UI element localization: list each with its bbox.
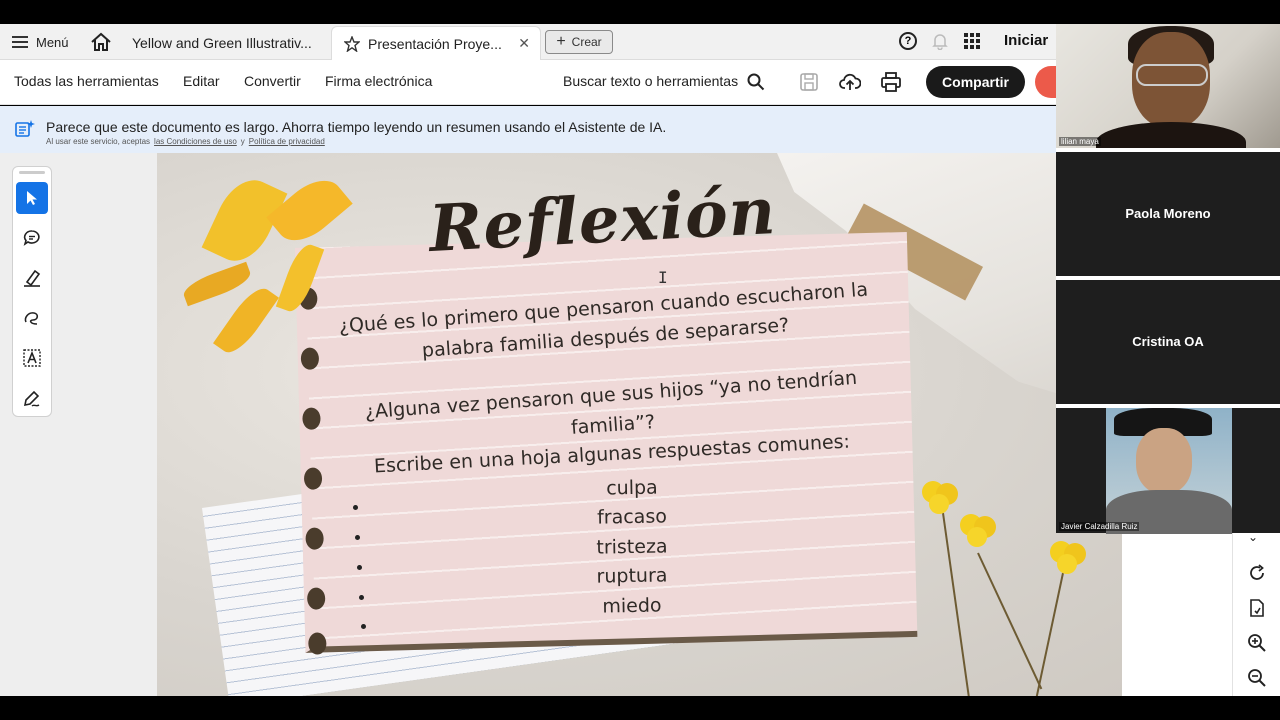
answer-item: fracaso	[596, 505, 668, 529]
binder-hole	[305, 527, 324, 550]
binder-hole	[302, 407, 321, 430]
all-tools-link[interactable]: Todas las herramientas	[14, 73, 159, 89]
participant-name: Cristina OA	[1132, 334, 1204, 349]
binder-hole	[308, 632, 327, 655]
flower-stem	[977, 552, 1043, 690]
participant-body	[1096, 122, 1246, 148]
search-tools-field[interactable]: Buscar texto o herramientas	[563, 73, 738, 89]
menu-label: Menú	[36, 34, 69, 50]
bell-icon[interactable]	[932, 32, 948, 50]
print-icon[interactable]	[880, 71, 902, 93]
binder-hole	[303, 467, 323, 490]
disclaimer-text: Al usar este servicio, aceptas	[46, 137, 151, 146]
tab-label: Yellow and Green Illustrativ...	[132, 35, 312, 51]
yellow-petal	[266, 169, 353, 252]
pointer-icon	[27, 191, 37, 205]
text-cursor-icon: I	[658, 268, 668, 287]
privacy-link[interactable]: Política de privacidad	[249, 137, 325, 146]
bullet-dot	[359, 595, 364, 600]
edit-link[interactable]: Editar	[183, 73, 220, 89]
top-letterbox	[0, 0, 1280, 24]
highlight-tool-button[interactable]	[16, 262, 48, 294]
draw-tool-button[interactable]	[16, 302, 48, 334]
answer-item: tristeza	[596, 535, 668, 559]
page-controls	[1232, 533, 1280, 696]
participant-face	[1136, 428, 1192, 494]
participant-glasses	[1136, 64, 1208, 86]
esign-link[interactable]: Firma electrónica	[325, 73, 432, 89]
select-tool-button[interactable]	[16, 182, 48, 214]
answer-item: ruptura	[596, 564, 668, 588]
ai-banner-disclaimer: Al usar este servicio, aceptas las Condi…	[46, 137, 325, 146]
fill-sign-icon	[23, 390, 40, 407]
text-tool-button[interactable]	[16, 342, 48, 374]
hamburger-icon	[12, 36, 28, 48]
rotate-icon[interactable]	[1247, 563, 1267, 583]
home-icon[interactable]	[90, 32, 112, 52]
freehand-icon	[24, 312, 39, 325]
zoom-out-icon[interactable]	[1247, 668, 1267, 688]
flower-stem	[1034, 572, 1064, 696]
create-button[interactable]: + Crear	[545, 30, 613, 54]
binder-hole	[306, 587, 326, 610]
page-extract-icon[interactable]	[1247, 598, 1267, 618]
zoom-in-icon[interactable]	[1247, 633, 1267, 653]
comment-icon	[23, 230, 40, 246]
drag-handle[interactable]	[19, 171, 45, 174]
ai-assistant-banner: Parece que este documento es largo. Ahor…	[0, 106, 1056, 153]
ai-banner-message: Parece que este documento es largo. Ahor…	[46, 119, 667, 135]
quick-tools-panel	[12, 166, 52, 417]
participant-name: Paola Moreno	[1125, 206, 1211, 221]
bullet-dot	[355, 535, 360, 540]
disclaimer-and: y	[240, 137, 245, 146]
tab-yellow-green[interactable]: Yellow and Green Illustrativ...	[120, 26, 330, 60]
yellow-flower	[1050, 541, 1086, 574]
star-icon[interactable]	[344, 35, 360, 52]
browser-tab-bar: Menú Yellow and Green Illustrativ... Pre…	[0, 24, 1056, 60]
participant-video	[1056, 24, 1280, 148]
sign-tool-button[interactable]	[16, 382, 48, 414]
save-icon[interactable]	[798, 71, 820, 93]
text-box-icon	[23, 349, 41, 367]
signin-button[interactable]: Iniciar	[1004, 32, 1048, 49]
menu-button[interactable]: Menú	[12, 32, 69, 52]
bottom-letterbox	[0, 696, 1280, 720]
participant-tile[interactable]: Javier Calzadilla Ruiz	[1056, 408, 1280, 534]
participant-tile[interactable]: Paola Moreno	[1056, 152, 1280, 276]
terms-link[interactable]: las Condiciones de uso	[154, 137, 237, 146]
search-icon[interactable]	[747, 73, 765, 91]
comment-tool-button[interactable]	[16, 222, 48, 254]
bullet-dot	[361, 624, 366, 629]
share-button[interactable]: Compartir	[926, 66, 1025, 98]
create-label: Crear	[571, 35, 602, 49]
answer-item: miedo	[602, 594, 662, 618]
chevron-down-icon[interactable]: ⌄	[1248, 530, 1258, 544]
screen: Menú Yellow and Green Illustrativ... Pre…	[0, 0, 1280, 720]
acrobat-toolbar: Todas las herramientas Editar Convertir …	[0, 60, 1065, 105]
apps-grid-icon[interactable]	[964, 33, 980, 49]
highlighter-icon	[24, 269, 41, 287]
presentation-slide: Reflexión ¿Qué es lo primero que pensaro…	[157, 153, 1122, 696]
participant-tile[interactable]: Cristina OA	[1056, 280, 1280, 404]
convert-link[interactable]: Convertir	[244, 73, 301, 89]
yellow-flower	[960, 514, 996, 547]
close-tab-icon[interactable]: ✕	[518, 35, 530, 52]
participant-name: lilian maya	[1059, 137, 1101, 146]
binder-hole	[300, 347, 320, 370]
help-icon[interactable]: ?	[899, 32, 917, 50]
tab-label: Presentación Proye...	[368, 35, 502, 52]
participant-video	[1106, 408, 1232, 534]
bullet-dot	[357, 565, 362, 570]
plus-icon: +	[556, 33, 566, 50]
upload-cloud-icon[interactable]	[839, 71, 861, 93]
participant-tile[interactable]: lilian maya	[1056, 24, 1280, 148]
participant-name: Javier Calzadilla Ruiz	[1059, 522, 1140, 531]
yellow-petal	[180, 261, 254, 307]
ai-summary-icon	[15, 120, 35, 137]
tab-presentacion[interactable]: Presentación Proye... ✕	[331, 26, 541, 60]
answer-item: culpa	[606, 476, 658, 500]
document-margin	[1122, 533, 1232, 696]
bullet-dot	[353, 505, 358, 510]
